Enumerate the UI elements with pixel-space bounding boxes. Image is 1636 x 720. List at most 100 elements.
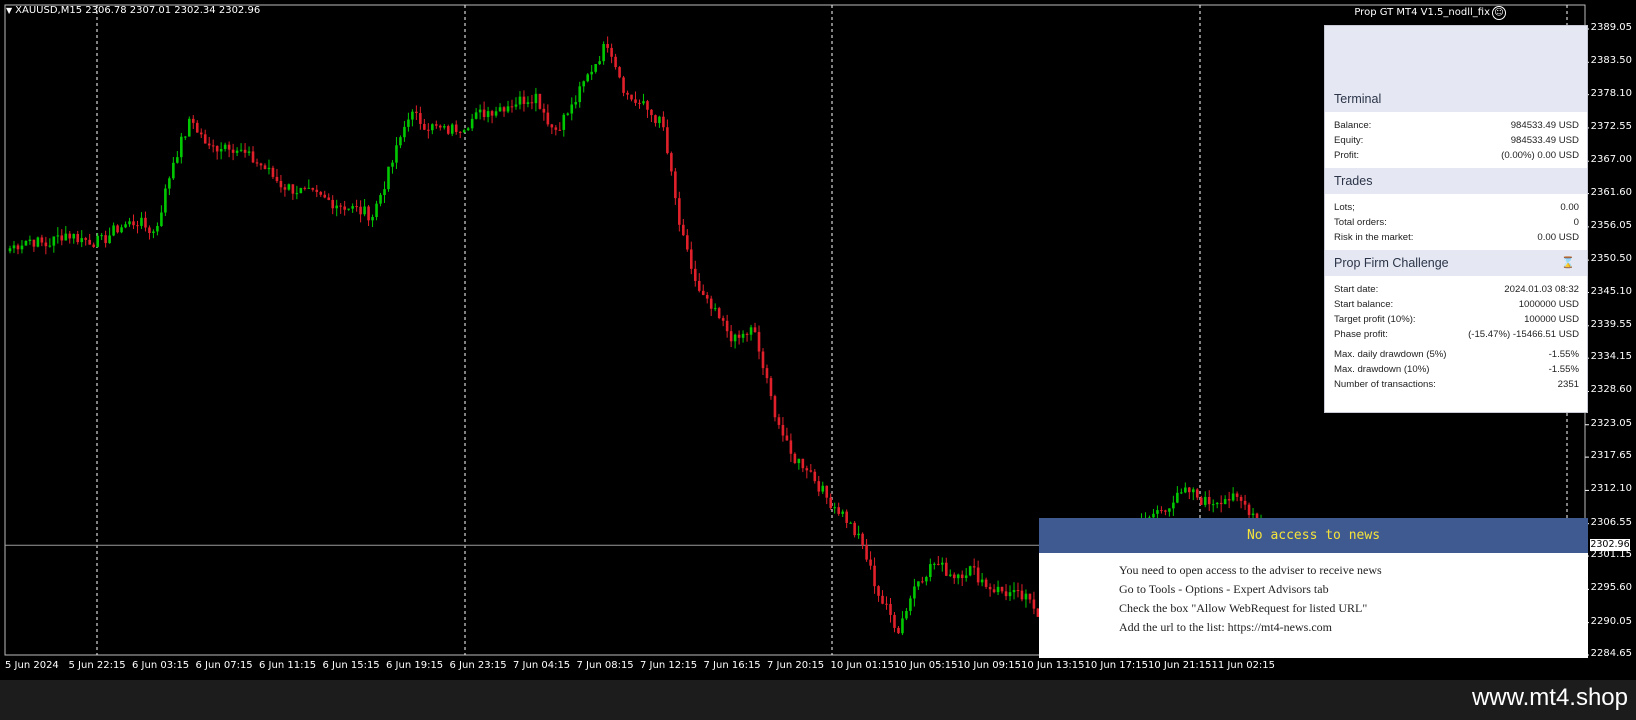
candle-body: [626, 92, 629, 95]
candle-body: [271, 167, 275, 177]
candle-body: [363, 206, 366, 215]
time-tick-label: 6 Jun 11:15: [259, 660, 317, 671]
terminal-rows: Balance: 984533.49 USD Equity: 984533.49 U…: [1325, 112, 1587, 168]
dropdown-triangle-icon[interactable]: ▼: [6, 6, 12, 15]
candle-body: [1239, 496, 1243, 501]
candle-body: [1024, 593, 1028, 600]
candle-body: [781, 424, 785, 436]
info-row: Profit: (0.00%) 0.00 USD: [1334, 150, 1579, 161]
candle-body: [176, 157, 179, 163]
candle-body: [20, 245, 24, 250]
candle-body: [375, 203, 378, 218]
candle-body: [968, 566, 972, 576]
candle-body: [474, 112, 478, 119]
candle-body: [100, 235, 103, 237]
news-line: Go to Tools - Options - Expert Advisors …: [1119, 582, 1329, 596]
candle-body: [638, 102, 641, 104]
candle-body: [120, 227, 123, 233]
candle-body: [1184, 487, 1187, 493]
candle-body: [379, 195, 382, 204]
candle-body: [323, 194, 327, 198]
panel-header-space: [1325, 26, 1587, 86]
price-tick-label: 2312.10: [1590, 483, 1632, 495]
candle-body: [383, 189, 386, 196]
candle-body: [160, 212, 163, 227]
candle-body: [1156, 510, 1159, 514]
chart-area[interactable]: ▼ XAUUSD,M15 2306.78 2307.01 2302.34 2302…: [0, 0, 1636, 680]
hourglass-icon[interactable]: ⌛: [1561, 250, 1575, 276]
candle-body: [960, 574, 964, 579]
news-panel: No access to news You need to open acces…: [1039, 518, 1588, 658]
candle-body: [678, 198, 681, 225]
info-row: Max. drawdown (10%) -1.55%: [1334, 364, 1579, 375]
candle-body: [407, 119, 410, 127]
candle-body: [1168, 508, 1171, 512]
candle-body: [988, 586, 992, 590]
section-header-prop-firm-challenge: Prop Firm Challenge ⌛: [1325, 250, 1587, 276]
candle-body: [514, 104, 518, 107]
candle-body: [40, 237, 44, 243]
candle-body: [88, 239, 91, 245]
candle-body: [199, 132, 203, 135]
candle-body: [203, 134, 207, 144]
candle-body: [682, 224, 685, 236]
trades-rows: Lots; 0.00 Total orders: 0 Risk in the mar…: [1325, 194, 1587, 250]
candle-body: [462, 130, 466, 133]
candle-body: [478, 109, 482, 113]
candle-body: [96, 235, 99, 247]
candle-body: [984, 579, 988, 587]
info-row: Lots; 0.00: [1334, 202, 1579, 213]
candle-body: [235, 150, 239, 153]
candle-body: [395, 145, 398, 163]
candle-body: [64, 233, 68, 241]
candle-body: [263, 165, 267, 170]
candle-body: [419, 112, 422, 124]
candle-body: [8, 248, 12, 252]
time-tick-label: 6 Jun 03:15: [132, 660, 190, 671]
candle-body: [291, 184, 295, 194]
candle-body: [853, 522, 856, 536]
candle-body: [602, 43, 605, 62]
smiley-icon[interactable]: ☺: [1492, 6, 1506, 20]
candle-body: [1231, 493, 1235, 501]
candle-body: [542, 108, 546, 113]
symbol-ohlc-text: XAUUSD,M15 2306.78 2307.01 2302.34 2302.…: [15, 5, 261, 16]
candle-body: [124, 224, 127, 228]
candle-body: [136, 225, 139, 227]
candle-body: [1008, 592, 1012, 597]
candle-body: [897, 627, 900, 634]
candle-body: [845, 511, 848, 523]
price-tick-label: 2361.60: [1590, 186, 1632, 198]
time-tick-label: 6 Jun 07:15: [195, 660, 253, 671]
candle-body: [921, 581, 924, 583]
candle-body: [996, 586, 1000, 593]
candle-body: [666, 127, 669, 154]
candle-body: [558, 129, 562, 131]
candle-body: [1211, 504, 1215, 506]
time-tick-label: 11 Jun 02:15: [1211, 660, 1276, 671]
candle-body: [355, 206, 358, 208]
candle-body: [371, 217, 374, 221]
time-tick-label: 6 Jun 19:15: [386, 660, 444, 671]
candle-body: [1251, 513, 1255, 516]
candle-body: [239, 149, 243, 151]
candle-body: [972, 566, 976, 568]
candle-body: [490, 111, 494, 116]
candle-body: [299, 187, 303, 194]
candle-body: [769, 378, 773, 397]
candle-body: [937, 563, 940, 565]
candle-body: [889, 604, 892, 615]
candle-body: [1219, 502, 1223, 505]
candle-body: [1160, 510, 1163, 512]
candle-body: [598, 61, 601, 65]
candle-body: [347, 208, 350, 210]
candle-body: [530, 102, 534, 104]
candle-body: [44, 242, 48, 247]
candle-body: [594, 64, 597, 72]
candle-body: [494, 111, 498, 116]
candle-body: [486, 111, 490, 118]
candle-body: [757, 332, 761, 352]
candle-body: [701, 290, 705, 295]
candle-body: [76, 233, 80, 243]
candle-body: [785, 435, 789, 441]
